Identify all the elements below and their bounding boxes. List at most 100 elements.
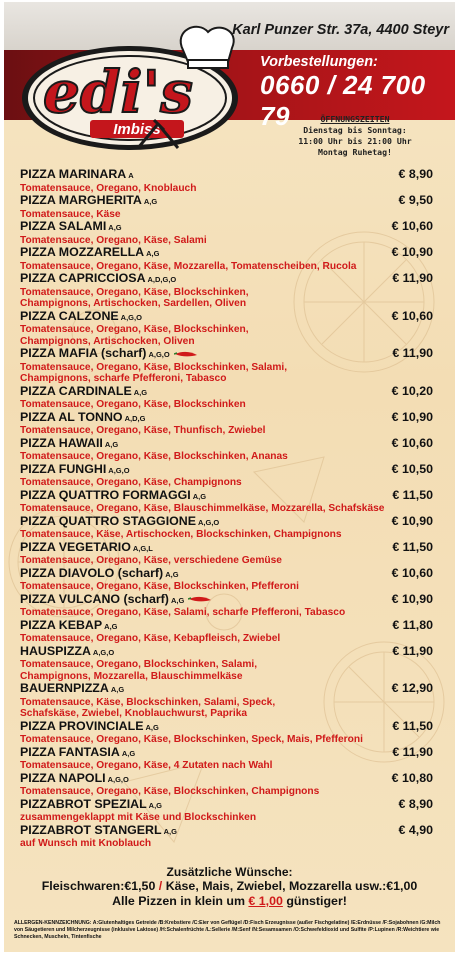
pizza-menu-list: PIZZA MARINARA A € 8,90 Tomatensauce, Orega… bbox=[4, 167, 455, 850]
menu-item-price: € 11,90 bbox=[392, 346, 433, 360]
menu-item-allergens: A,G,L bbox=[132, 543, 153, 553]
allergen-legend: ALLERGEN-KENNZEICHNUNG: A:Glutenhaltiges… bbox=[14, 920, 441, 940]
opening-hours: ÖFFNUNGSZEITEN Dienstag bis Sonntag: 11:… bbox=[296, 114, 414, 158]
menu-item-price: € 10,90 bbox=[391, 513, 433, 528]
menu-item-description: Tomatensauce, Oregano, Käse, Blockschink… bbox=[20, 361, 288, 373]
menu-item-name: BAUERNPIZZA bbox=[20, 681, 109, 695]
menu-item-price: € 11,80 bbox=[392, 617, 433, 632]
menu-item-name: HAUSPIZZA bbox=[20, 643, 91, 658]
menu-item: PIZZA MARGHERITA A,G € 9,50 Tomatensauce, K… bbox=[4, 193, 455, 220]
menu-item-allergens: A,G bbox=[192, 491, 207, 501]
menu-item-name-row: PIZZA NAPOLI A,G,O bbox=[20, 771, 455, 787]
menu-item: PIZZA MAFIA (scharf) A,G,O € 11,90 Tomatens… bbox=[4, 346, 455, 385]
menu-item-allergens: A,G bbox=[163, 826, 177, 836]
menu-item-price: € 11,90 bbox=[392, 744, 433, 759]
menu-item-allergens: A,G bbox=[146, 249, 160, 258]
menu-flyer: Karl Punzer Str. 37a, 4400 Steyr Vorbest… bbox=[4, 2, 455, 952]
header: Karl Punzer Str. 37a, 4400 Steyr Vorbest… bbox=[4, 2, 455, 164]
menu-item-price: € 10,60 bbox=[391, 308, 433, 323]
menu-item: PIZZABROT SPEZIAL A,G € 8,90 zusammengeklap… bbox=[4, 796, 455, 824]
menu-item-name-row: PIZZA VULCANO (scharf) A,G bbox=[20, 591, 455, 608]
extras-meat-price: Fleischwaren:€1,50 bbox=[41, 879, 159, 893]
menu-item: PIZZA VULCANO (scharf) A,G € 10,90 Tomatens… bbox=[4, 591, 455, 619]
menu-item-name: PIZZA CALZONE bbox=[20, 308, 119, 323]
menu-item-name-row: PIZZA KEBAP A,G bbox=[20, 617, 455, 634]
menu-item: PIZZA NAPOLI A,G,O € 10,80 Tomatensauce, Or… bbox=[4, 771, 455, 798]
menu-item-description: Tomatensauce, Oregano, Blockschinken, Sa… bbox=[20, 659, 258, 670]
menu-item-price: € 11,50 bbox=[392, 487, 433, 502]
menu-item-name: PIZZA AL TONNO bbox=[20, 409, 123, 424]
menu-item-name-row: PIZZA CALZONE A,G,O bbox=[20, 308, 455, 325]
menu-item-allergens: A,G bbox=[143, 197, 158, 206]
extras-section: Zusätzliche Wünsche: Fleischwaren:€1,50 … bbox=[4, 865, 455, 909]
menu-item-description: Tomatensauce, Oregano, Käse, Blockschink… bbox=[20, 324, 249, 335]
menu-item: PIZZA FANTASIA A,G € 11,90 Tomatensauce, Or… bbox=[4, 744, 455, 772]
menu-item-name-row: PIZZABROT STANGERL A,G bbox=[20, 822, 455, 839]
menu-item: PIZZA MARINARA A € 8,90 Tomatensauce, Orega… bbox=[4, 167, 455, 194]
menu-item-description: auf Wunsch mit Knoblauch bbox=[20, 838, 152, 849]
menu-item: PIZZA KEBAP A,G € 11,80 Tomatensauce, Orega… bbox=[4, 617, 455, 645]
extras-other-price: Käse, Mais, Zwiebel, Mozzarella usw.:€1,… bbox=[162, 879, 418, 893]
menu-item-name: PIZZA FUNGHI bbox=[20, 461, 107, 476]
menu-item-name-row: PIZZA SALAMI A,G bbox=[20, 219, 455, 235]
chili-pepper-icon bbox=[173, 351, 197, 357]
menu-item-price: € 11,90 bbox=[392, 271, 433, 285]
menu-item-price: € 4,90 bbox=[398, 822, 433, 837]
address: Karl Punzer Str. 37a, 4400 Steyr bbox=[232, 22, 449, 38]
menu-item-name: PIZZA MOZZARELLA bbox=[20, 245, 145, 259]
menu-item-name: PIZZABROT SPEZIAL bbox=[20, 796, 147, 811]
menu-item-name: PIZZA CAPRICCIOSA bbox=[20, 271, 146, 285]
menu-item-name: PIZZA PROVINCIALE bbox=[20, 718, 144, 733]
menu-item-name-row: PIZZA MARINARA A bbox=[20, 167, 455, 183]
chili-pepper-icon bbox=[188, 597, 212, 602]
opening-hours-line-1: Dienstag bis Sonntag: bbox=[303, 125, 407, 135]
menu-item-name-row: PIZZA FUNGHI A,G,O bbox=[20, 461, 455, 478]
menu-item: PIZZA QUATTRO STAGGIONE A,G,O € 10,90 Tomat… bbox=[4, 513, 455, 541]
menu-item-price: € 10,90 bbox=[391, 409, 433, 424]
menu-item-price: € 8,90 bbox=[398, 796, 433, 811]
menu-item-name-row: BAUERNPIZZA A,G bbox=[20, 681, 455, 697]
menu-item: PIZZA DIAVOLO (scharf) A,G € 10,60 Tomatens… bbox=[4, 565, 455, 593]
menu-item: PIZZA SALAMI A,G € 10,60 Tomatensauce, Oreg… bbox=[4, 219, 455, 246]
menu-item-allergens: A,G,O bbox=[197, 517, 220, 527]
menu-item-allergens: A,G bbox=[165, 569, 179, 579]
menu-item-name: PIZZA HAWAII bbox=[20, 435, 103, 450]
menu-item-allergens: A bbox=[128, 171, 134, 180]
small-pizza-post: günstiger! bbox=[282, 894, 347, 908]
menu-item-name-row: HAUSPIZZA A,G,O bbox=[20, 643, 455, 660]
menu-item-name: PIZZA QUATTRO FORMAGGI bbox=[20, 487, 191, 502]
menu-item-price: € 9,50 bbox=[398, 193, 433, 207]
menu-item: PIZZA QUATTRO FORMAGGI A,G € 11,50 Tomatens… bbox=[4, 487, 455, 515]
extras-title: Zusätzliche Wünsche: bbox=[166, 865, 293, 879]
menu-item-allergens: A,G,O bbox=[108, 465, 130, 475]
menu-item: BAUERNPIZZA A,G € 12,90 Tomatensauce, Käse,… bbox=[4, 681, 455, 720]
edis-imbiss-logo: edi's Imbiss bbox=[22, 25, 238, 150]
menu-item-name-row: PIZZA FANTASIA A,G bbox=[20, 745, 455, 761]
menu-item-price: € 10,60 bbox=[391, 435, 433, 450]
menu-item-name: PIZZA VULCANO (scharf) bbox=[20, 591, 169, 606]
menu-item: PIZZA FUNGHI A,G,O € 10,50 Tomatensauce, Or… bbox=[4, 461, 455, 489]
menu-item-name-row: PIZZA AL TONNO A,D,G bbox=[20, 409, 455, 426]
menu-item-name-row: PIZZA MARGHERITA A,G bbox=[20, 193, 455, 209]
small-pizza-note: Alle Pizzen in klein um € 1,00 günstiger… bbox=[4, 894, 455, 909]
menu-item-price: € 10,20 bbox=[391, 383, 433, 398]
menu-item: PIZZA PROVINCIALE A,G € 11,50 Tomatensauce,… bbox=[4, 718, 455, 746]
small-pizza-price: € 1,00 bbox=[248, 894, 283, 908]
menu-item-allergens: A,G bbox=[148, 800, 163, 810]
menu-item-name-row: PIZZA CARDINALE A,G bbox=[20, 384, 455, 400]
menu-item-price: € 10,90 bbox=[391, 245, 433, 259]
menu-item-name-row: PIZZABROT SPEZIAL A,G bbox=[20, 796, 455, 813]
menu-item-price: € 10,90 bbox=[391, 591, 433, 606]
menu-item-allergens: A,G,O bbox=[120, 312, 142, 322]
menu-item-name-row: PIZZA MOZZARELLA A,G bbox=[20, 245, 455, 261]
menu-item-name: PIZZABROT STANGERL bbox=[20, 822, 162, 837]
menu-item-name-row: PIZZA DIAVOLO (scharf) A,G bbox=[20, 566, 455, 582]
menu-item-price: € 10,60 bbox=[391, 565, 433, 580]
opening-hours-line-2: 11:00 Uhr bis 21:00 Uhr bbox=[298, 136, 412, 146]
menu-item-name-row: PIZZA VEGETARIO A,G,L bbox=[20, 540, 455, 556]
opening-hours-title: ÖFFNUNGSZEITEN bbox=[320, 114, 390, 124]
logo-text: edi's bbox=[43, 58, 193, 126]
preorder-label: Vorbestellungen: bbox=[260, 54, 378, 70]
menu-item-name: PIZZA KEBAP bbox=[20, 617, 103, 632]
menu-item-name-row: PIZZA CAPRICCIOSA A,D,G,O bbox=[20, 271, 455, 287]
